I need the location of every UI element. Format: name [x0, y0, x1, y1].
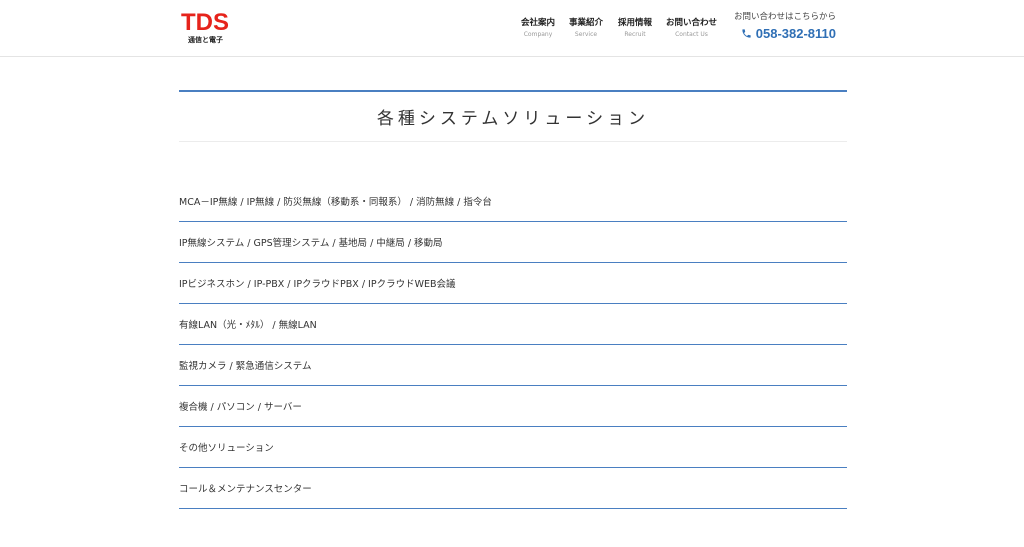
phone-number: 058-382-8110	[755, 26, 836, 41]
logo-subtext: 通信と電子	[188, 36, 223, 44]
solution-item-camera[interactable]: 監視カメラ / 緊急通信システム	[179, 345, 847, 386]
solution-item-ip-radio[interactable]: IP無線システム / GPS管理システム / 基地局 / 中継局 / 移動局	[179, 222, 847, 263]
solution-item-office-equipment[interactable]: 複合機 / パソコン / サーバー	[179, 386, 847, 427]
contact-phone-link[interactable]: 058-382-8110	[734, 26, 836, 41]
nav-label: 会社案内	[521, 18, 556, 28]
contact-label: お問い合わせはこちらから	[733, 12, 836, 22]
logo-text: TDS	[181, 9, 229, 36]
nav-sublabel: Recruit	[624, 31, 646, 38]
page-title-section: 各種システムソリューション	[179, 90, 847, 142]
phone-icon	[742, 29, 751, 38]
page-title: 各種システムソリューション	[376, 109, 650, 129]
solution-item-business-phone[interactable]: IPビジネスホン / IP-PBX / IPクラウドPBX / IPクラウドWE…	[179, 263, 847, 304]
solution-item-call-center[interactable]: コール＆メンテナンスセンター	[179, 468, 847, 509]
nav-item-company[interactable]: 会社案内 Company	[521, 17, 555, 40]
solution-item-other[interactable]: その他ソリューション	[179, 427, 847, 468]
solution-list: MCA－IP無線 / IP無線 / 防災無線（移動系・同報系） / 消防無線 /…	[179, 181, 847, 509]
nav-sublabel: Service	[574, 31, 598, 38]
site-header: TDS 通信と電子 会社案内 Company 事業紹介 Service 採用情報…	[0, 0, 1024, 57]
nav-sublabel: Contact Us	[675, 31, 708, 38]
nav-label: お問い合わせ	[666, 18, 718, 28]
nav-label: 事業紹介	[569, 18, 604, 28]
nav-sublabel: Company	[523, 31, 553, 38]
header-contact: お問い合わせはこちらから 058-382-8110	[734, 11, 836, 41]
nav-item-service[interactable]: 事業紹介 Service	[569, 17, 603, 40]
solution-item-lan[interactable]: 有線LAN（光・ﾒﾀﾙ） / 無線LAN	[179, 304, 847, 345]
nav-item-recruit[interactable]: 採用情報 Recruit	[618, 17, 652, 40]
nav-item-contact[interactable]: お問い合わせ Contact Us	[666, 17, 717, 40]
solution-item-radio[interactable]: MCA－IP無線 / IP無線 / 防災無線（移動系・同報系） / 消防無線 /…	[179, 181, 847, 222]
site-logo[interactable]: TDS 通信と電子	[181, 11, 241, 47]
nav-label: 採用情報	[618, 18, 653, 28]
